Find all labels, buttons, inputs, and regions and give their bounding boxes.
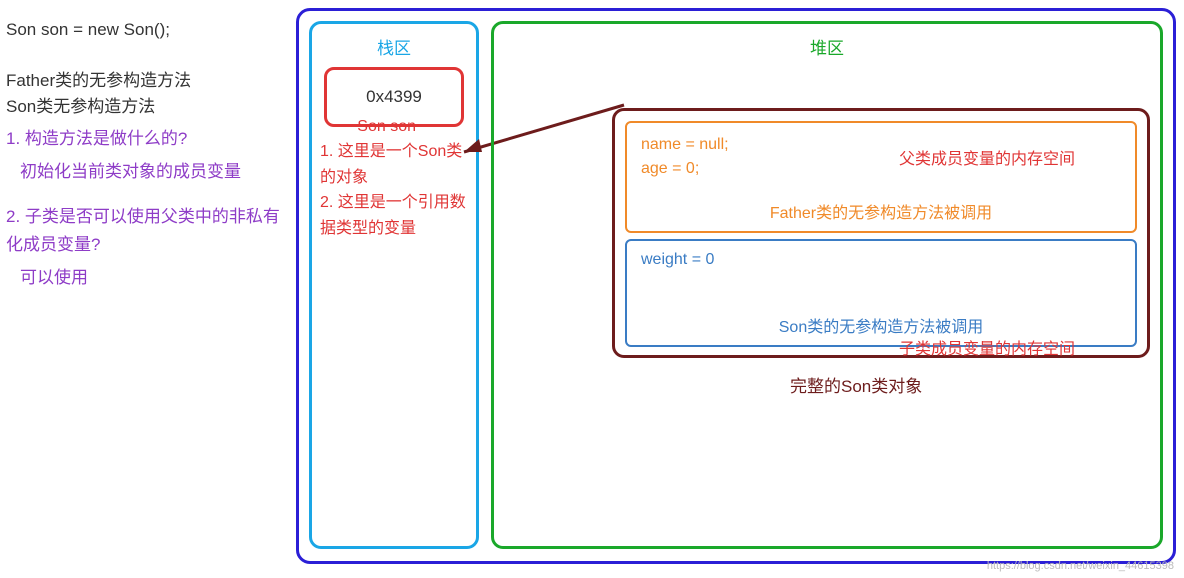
stack-note-1: 1. 这里是一个Son类的对象 (320, 139, 470, 190)
stack-variable-label: Son son (357, 118, 416, 136)
stack-title: 栈区 (312, 34, 476, 59)
son-constructor-note: Son类的无参构造方法被调用 (627, 313, 1135, 337)
watermark-text: https://blog.csdn.net/weixin_44615398 (987, 560, 1174, 572)
son-var-weight: weight = 0 (641, 251, 1121, 269)
code-statement: Son son = new Son(); (6, 20, 286, 40)
son-region-label: 子类成员变量的内存空间 (899, 335, 1075, 359)
father-region-label: 父类成员变量的内存空间 (899, 145, 1075, 169)
stack-area: 栈区 Son son 0x4399 1. 这里是一个Son类的对象 2. 这里是… (309, 21, 479, 549)
stack-address-value: 0x4399 (366, 87, 422, 107)
heap-title: 堆区 (494, 34, 1160, 59)
son-memory-region: weight = 0 子类成员变量的内存空间 Son类的无参构造方法被调用 (625, 239, 1137, 347)
question-2: 2. 子类是否可以使用父类中的非私有化成员变量? (6, 203, 286, 257)
stack-note-2: 2. 这里是一个引用数据类型的变量 (320, 190, 470, 241)
father-memory-region: name = null; age = 0; 父类成员变量的内存空间 Father… (625, 121, 1137, 233)
output-line-1: Father类的无参构造方法 (6, 68, 286, 94)
father-constructor-note: Father类的无参构造方法被调用 (627, 199, 1135, 223)
output-line-2: Son类无参构造方法 (6, 94, 286, 120)
son-object-box: name = null; age = 0; 父类成员变量的内存空间 Father… (612, 108, 1150, 358)
answer-2: 可以使用 (6, 264, 286, 291)
stack-notes: 1. 这里是一个Son类的对象 2. 这里是一个引用数据类型的变量 (312, 127, 476, 241)
answer-1: 初始化当前类对象的成员变量 (6, 158, 286, 185)
question-1: 1. 构造方法是做什么的? (6, 125, 286, 152)
memory-diagram: 栈区 Son son 0x4399 1. 这里是一个Son类的对象 2. 这里是… (296, 8, 1176, 564)
heap-area: 堆区 name = null; age = 0; 父类成员变量的内存空间 Fat… (491, 21, 1163, 549)
left-explanation-panel: Son son = new Son(); Father类的无参构造方法 Son类… (6, 20, 286, 291)
full-object-label: 完整的Son类对象 (790, 372, 922, 397)
